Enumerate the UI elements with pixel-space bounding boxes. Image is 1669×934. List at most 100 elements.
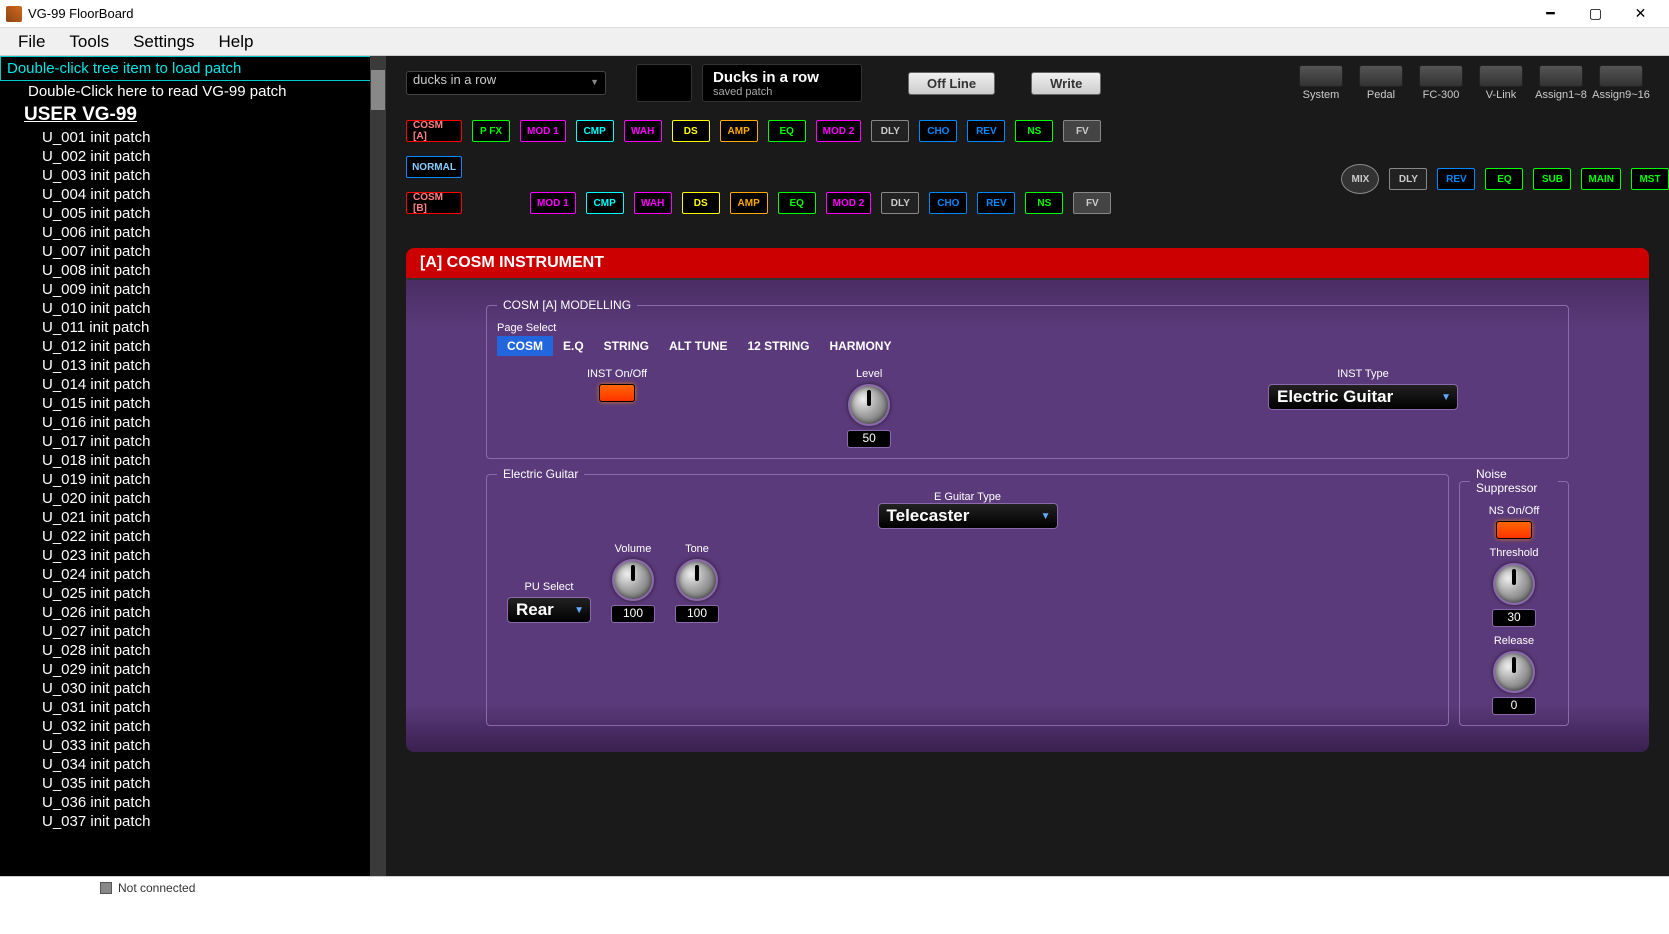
patch-item[interactable]: U_016 init patch (0, 413, 386, 432)
offline-button[interactable]: Off Line (908, 72, 995, 95)
chain-box-mod2[interactable]: MOD 2 (816, 120, 862, 142)
release-value[interactable]: 0 (1492, 697, 1536, 715)
patch-item[interactable]: U_032 init patch (0, 717, 386, 736)
patch-item[interactable]: U_019 init patch (0, 470, 386, 489)
chain-box-amp[interactable]: AMP (720, 120, 758, 142)
util-button-pedal[interactable]: Pedal (1353, 65, 1409, 101)
patch-item[interactable]: U_012 init patch (0, 337, 386, 356)
chain-box-rev[interactable]: REV (977, 192, 1015, 214)
close-button[interactable]: ✕ (1618, 0, 1663, 28)
patch-item[interactable]: U_007 init patch (0, 242, 386, 261)
chain-box-dly[interactable]: DLY (1389, 168, 1427, 190)
chain-box-ns[interactable]: NS (1015, 120, 1053, 142)
menu-file[interactable]: File (6, 29, 57, 55)
patch-item[interactable]: U_017 init patch (0, 432, 386, 451)
chain-box-cmp[interactable]: CMP (576, 120, 614, 142)
chain-box-eq[interactable]: EQ (1485, 168, 1523, 190)
patch-item[interactable]: U_008 init patch (0, 261, 386, 280)
util-button-system[interactable]: System (1293, 65, 1349, 101)
patch-item[interactable]: U_011 init patch (0, 318, 386, 337)
patch-item[interactable]: U_010 init patch (0, 299, 386, 318)
chain-box-mod2[interactable]: MOD 2 (826, 192, 872, 214)
maximize-button[interactable]: ▢ (1573, 0, 1618, 28)
chain-box-amp[interactable]: AMP (730, 192, 768, 214)
ns-onoff-switch[interactable] (1496, 521, 1532, 539)
tab-cosm[interactable]: COSM (497, 336, 553, 356)
patch-item[interactable]: U_028 init patch (0, 641, 386, 660)
chain-box-rev[interactable]: REV (1437, 168, 1475, 190)
chain-box-eq[interactable]: EQ (768, 120, 806, 142)
util-button-assign9~16[interactable]: Assign9~16 (1593, 65, 1649, 101)
threshold-value[interactable]: 30 (1492, 609, 1536, 627)
chain-box-cmp[interactable]: CMP (586, 192, 624, 214)
patch-item[interactable]: U_003 init patch (0, 166, 386, 185)
menu-settings[interactable]: Settings (121, 29, 206, 55)
patch-item[interactable]: U_022 init patch (0, 527, 386, 546)
patch-item[interactable]: U_002 init patch (0, 147, 386, 166)
util-button-fc-300[interactable]: FC-300 (1413, 65, 1469, 101)
patch-item[interactable]: U_013 init patch (0, 356, 386, 375)
volume-knob[interactable] (612, 559, 654, 601)
chain-box-main[interactable]: MAIN (1581, 168, 1621, 190)
patch-item[interactable]: U_001 init patch (0, 128, 386, 147)
chain-box-rev[interactable]: REV (967, 120, 1005, 142)
write-button[interactable]: Write (1031, 72, 1101, 95)
chain-box-fv[interactable]: FV (1073, 192, 1111, 214)
patch-item[interactable]: U_026 init patch (0, 603, 386, 622)
patch-item[interactable]: U_024 init patch (0, 565, 386, 584)
chain-box-sub[interactable]: SUB (1533, 168, 1571, 190)
chain-box-mod1[interactable]: MOD 1 (520, 120, 566, 142)
tab-string[interactable]: STRING (594, 336, 659, 356)
chain-box-ns[interactable]: NS (1025, 192, 1063, 214)
threshold-knob[interactable] (1493, 563, 1535, 605)
user-bank-header[interactable]: USER VG-99 (0, 102, 386, 128)
chain-box-ds[interactable]: DS (682, 192, 720, 214)
level-value[interactable]: 50 (847, 430, 891, 448)
volume-value[interactable]: 100 (611, 605, 655, 623)
patch-item[interactable]: U_033 init patch (0, 736, 386, 755)
patch-item[interactable]: U_009 init patch (0, 280, 386, 299)
inst-onoff-switch[interactable] (599, 384, 635, 402)
chain-box-dly[interactable]: DLY (881, 192, 919, 214)
chain-box-ds[interactable]: DS (672, 120, 710, 142)
chain-box-cosmb[interactable]: COSM [B] (406, 192, 462, 214)
chain-box-cho[interactable]: CHO (929, 192, 967, 214)
patch-select-dropdown[interactable]: ducks in a row (406, 71, 606, 95)
read-patch-line[interactable]: Double-Click here to read VG-99 patch (0, 81, 386, 102)
chain-box-wah[interactable]: WAH (624, 120, 662, 142)
patch-item[interactable]: U_021 init patch (0, 508, 386, 527)
chain-box-wah[interactable]: WAH (634, 192, 672, 214)
patch-item[interactable]: U_004 init patch (0, 185, 386, 204)
patch-item[interactable]: U_006 init patch (0, 223, 386, 242)
chain-box-pfx[interactable]: P FX (472, 120, 510, 142)
chain-normal[interactable]: NORMAL (406, 156, 462, 178)
patch-item[interactable]: U_030 init patch (0, 679, 386, 698)
tab-eq[interactable]: E.Q (553, 336, 594, 356)
tab-12string[interactable]: 12 STRING (737, 336, 819, 356)
chain-box-mst[interactable]: MST (1631, 168, 1669, 190)
level-knob[interactable] (848, 384, 890, 426)
chain-box-eq[interactable]: EQ (778, 192, 816, 214)
tab-alttune[interactable]: ALT TUNE (659, 336, 737, 356)
patch-item[interactable]: U_027 init patch (0, 622, 386, 641)
menu-tools[interactable]: Tools (57, 29, 121, 55)
patch-item[interactable]: U_023 init patch (0, 546, 386, 565)
scrollbar-thumb[interactable] (371, 70, 385, 110)
minimize-button[interactable]: ━ (1528, 0, 1573, 28)
tab-harmony[interactable]: HARMONY (819, 336, 901, 356)
util-button-v-link[interactable]: V-Link (1473, 65, 1529, 101)
patch-item[interactable]: U_018 init patch (0, 451, 386, 470)
patch-item[interactable]: U_035 init patch (0, 774, 386, 793)
pu-select-dropdown[interactable]: Rear (507, 597, 591, 623)
chain-box-mix[interactable]: MIX (1341, 164, 1379, 194)
inst-type-dropdown[interactable]: Electric Guitar (1268, 384, 1458, 410)
chain-box-cho[interactable]: CHO (919, 120, 957, 142)
chain-box-fv[interactable]: FV (1063, 120, 1101, 142)
tone-value[interactable]: 100 (675, 605, 719, 623)
patch-item[interactable]: U_005 init patch (0, 204, 386, 223)
chain-box-mod1[interactable]: MOD 1 (530, 192, 576, 214)
sidebar-scrollbar[interactable] (370, 56, 386, 876)
tone-knob[interactable] (676, 559, 718, 601)
release-knob[interactable] (1493, 651, 1535, 693)
patch-item[interactable]: U_014 init patch (0, 375, 386, 394)
